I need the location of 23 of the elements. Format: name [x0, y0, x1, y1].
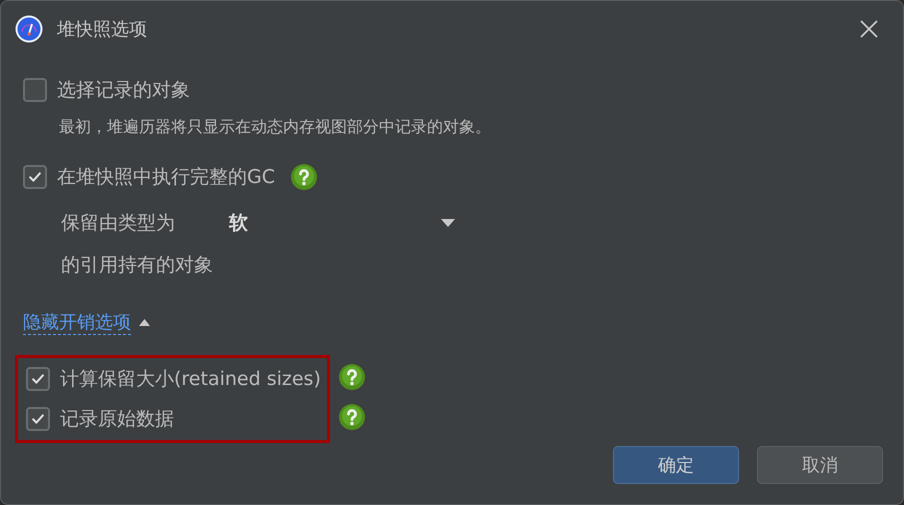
- close-icon[interactable]: [859, 19, 879, 39]
- checkbox[interactable]: [23, 78, 47, 102]
- caret-icon[interactable]: [441, 219, 455, 227]
- help-icon[interactable]: [291, 164, 317, 190]
- retain-label: 保留由类型为: [61, 211, 175, 236]
- checkbox[interactable]: [23, 165, 47, 189]
- caret-icon[interactable]: [139, 319, 150, 326]
- checkbox[interactable]: [26, 367, 50, 391]
- ok-button[interactable]: 确定: [613, 446, 739, 484]
- checkbox[interactable]: [26, 407, 50, 431]
- checkbox-label[interactable]: 选择记录的对象: [57, 77, 190, 103]
- checkbox-label[interactable]: 计算保留大小(retained sizes): [60, 366, 321, 392]
- reference-type-dropdown[interactable]: 软: [199, 210, 455, 236]
- description-text: 最初，堆遍历器将只显示在动态内存视图部分中记录的对象。: [59, 117, 492, 138]
- window-title: 堆快照选项: [57, 18, 148, 41]
- overhead-options-link[interactable]: 隐藏开销选项: [23, 310, 131, 335]
- profiler-gauge-icon: [15, 15, 43, 43]
- retain-label: 的引用持有的对象: [61, 253, 214, 278]
- checkbox-label[interactable]: 在堆快照中执行完整的GC: [57, 164, 275, 190]
- help-icon[interactable]: [338, 364, 365, 390]
- help-icon[interactable]: [338, 404, 365, 430]
- cancel-button[interactable]: 取消: [757, 446, 883, 484]
- checkbox-label[interactable]: 记录原始数据: [60, 406, 174, 432]
